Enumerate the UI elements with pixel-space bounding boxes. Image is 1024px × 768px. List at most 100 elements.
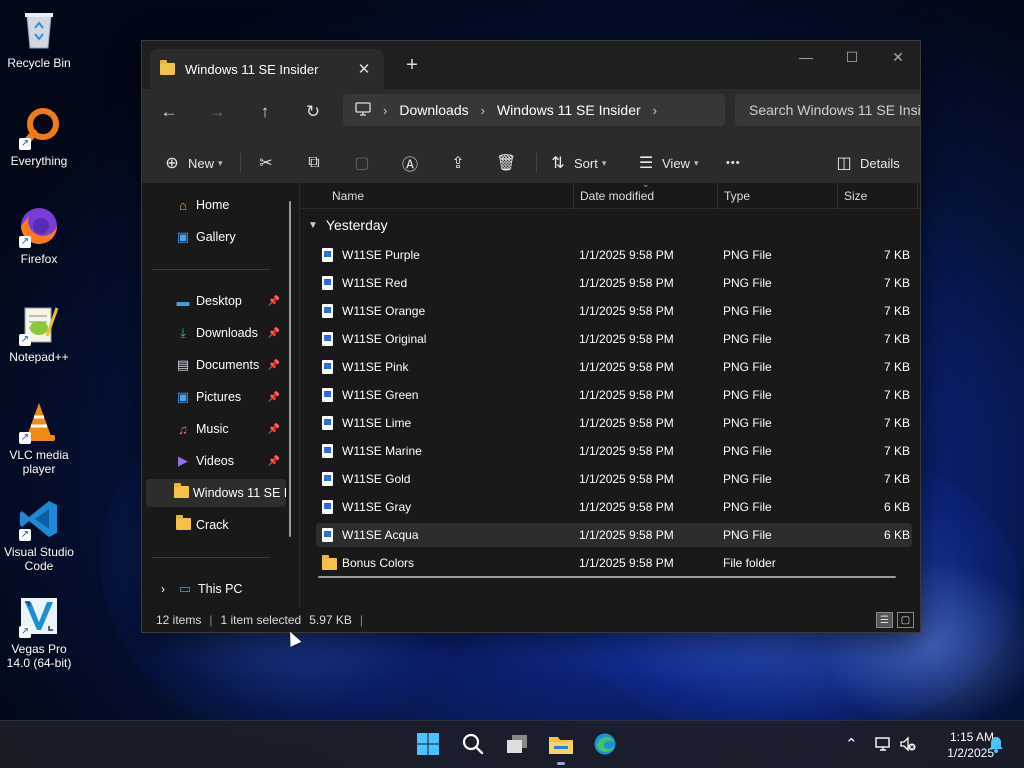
desktop-icon-notepad-plus-plus[interactable]: ↗ Notepad++ [2, 302, 76, 364]
desktop-icon-firefox[interactable]: ↗ Firefox [2, 204, 76, 266]
navigation-pane[interactable]: ⌂ Home ▣ Gallery ▬ Desktop 📌 ⤓ Downloads… [142, 183, 300, 608]
network-icon[interactable] [874, 736, 892, 756]
pin-icon[interactable]: 📌 [268, 328, 280, 339]
file-row[interactable]: W11SE Orange 1/1/2025 9:58 PM PNG File 7 KB [316, 299, 912, 323]
new-button[interactable]: ⊕ New ▾ [162, 149, 222, 177]
file-row[interactable]: W11SE Green 1/1/2025 9:58 PM PNG File 7 KB [316, 383, 912, 407]
column-divider[interactable] [837, 183, 838, 209]
column-header-date-modified[interactable]: Date modified [580, 189, 654, 203]
file-row[interactable]: W11SE Pink 1/1/2025 9:58 PM PNG File 7 KB [316, 355, 912, 379]
tab-windows-11-se-insider[interactable]: Windows 11 SE Insider ✕ [150, 49, 384, 89]
chevron-right-icon[interactable]: › [653, 103, 657, 118]
new-tab-button[interactable]: + [400, 55, 424, 75]
chevron-right-icon[interactable]: › [154, 582, 172, 596]
breadcrumb-item-downloads[interactable]: Downloads [399, 102, 468, 118]
close-window-button[interactable]: ✕ [875, 41, 920, 73]
edge-browser-button[interactable] [589, 729, 621, 761]
column-divider[interactable] [573, 183, 574, 209]
nav-item-home[interactable]: ⌂ Home [146, 191, 286, 219]
sort-button[interactable]: ⇅ Sort ▾ [548, 149, 606, 177]
search-input[interactable]: Search Windows 11 SE Insider [735, 94, 920, 126]
pin-icon[interactable]: 📌 [268, 360, 280, 371]
rename-button[interactable]: Ⓐ [400, 149, 426, 177]
system-clock[interactable]: 1:15 AM 1/2/2025 [920, 729, 994, 761]
nav-item-crack[interactable]: Crack [146, 511, 286, 539]
forward-arrow-icon[interactable]: → [202, 98, 232, 126]
column-header-name[interactable]: Name [332, 189, 364, 203]
nav-item-windows-11-se-insider[interactable]: Windows 11 SE Insider [146, 479, 286, 507]
file-date-modified: 1/1/2025 9:58 PM [579, 444, 674, 458]
search-button[interactable] [457, 729, 489, 761]
desktop-icon-vlc[interactable]: ↗ VLC media player [2, 400, 76, 476]
up-arrow-icon[interactable]: ↑ [250, 98, 280, 126]
nav-item-gallery[interactable]: ▣ Gallery [146, 223, 286, 251]
title-bar[interactable]: Windows 11 SE Insider ✕ + — ☐ ✕ [142, 41, 920, 89]
notification-bell-icon[interactable] [988, 735, 1004, 757]
nav-scrollbar[interactable] [289, 201, 291, 537]
file-row[interactable]: W11SE Lime 1/1/2025 9:58 PM PNG File 7 KB [316, 411, 912, 435]
shortcut-arrow-icon: ↗ [19, 236, 31, 248]
breadcrumb-item-current[interactable]: Windows 11 SE Insider [497, 102, 641, 118]
clock-date: 1/2/2025 [947, 746, 994, 760]
desktop-icon-everything[interactable]: ↗ Everything [2, 106, 76, 168]
nav-item-desktop[interactable]: ▬ Desktop 📌 [146, 287, 286, 315]
file-row[interactable]: W11SE Acqua 1/1/2025 9:58 PM PNG File 6 KB [316, 523, 912, 547]
pin-icon[interactable]: 📌 [268, 456, 280, 467]
desktop-icon-recycle-bin[interactable]: Recycle Bin [2, 8, 76, 70]
details-view-icon[interactable]: ☰ [876, 612, 893, 628]
chevron-up-icon[interactable]: ⌃ [845, 735, 858, 753]
nav-item-this-pc[interactable]: › ▭ This PC [146, 575, 286, 603]
nav-item-videos[interactable]: ▶ Videos 📌 [146, 447, 286, 475]
nav-item-downloads[interactable]: ⤓ Downloads 📌 [146, 319, 286, 347]
new-label: New [188, 155, 215, 171]
view-button[interactable]: ☰ View ▾ [636, 149, 699, 177]
column-divider[interactable] [917, 183, 918, 209]
everything-search-icon: ↗ [17, 106, 61, 150]
horizontal-scrollbar[interactable] [318, 576, 896, 578]
breadcrumb[interactable]: › Downloads › Windows 11 SE Insider › [343, 94, 725, 126]
pin-icon[interactable]: 📌 [268, 296, 280, 307]
volume-muted-icon[interactable] [899, 736, 917, 756]
file-row[interactable]: W11SE Red 1/1/2025 9:58 PM PNG File 7 KB [316, 271, 912, 295]
file-row[interactable]: W11SE Original 1/1/2025 9:58 PM PNG File 7 … [316, 327, 912, 351]
cut-button[interactable]: ✂ [256, 149, 282, 177]
file-row[interactable]: W11SE Purple 1/1/2025 9:58 PM PNG File 7 KB [316, 243, 912, 267]
group-header-yesterday[interactable]: ▼ Yesterday [308, 217, 388, 233]
folder-icon [174, 514, 192, 533]
paste-button[interactable]: ▢ [352, 149, 378, 177]
back-arrow-icon[interactable]: ← [154, 98, 184, 126]
nav-item-label: Windows 11 SE Insider [193, 486, 286, 500]
task-view-button[interactable] [501, 729, 533, 761]
large-icons-view-icon[interactable]: ▢ [897, 612, 914, 628]
refresh-icon[interactable]: ↻ [298, 98, 328, 126]
maximize-button[interactable]: ☐ [829, 41, 875, 73]
minimize-button[interactable]: — [783, 41, 829, 73]
details-pane-icon: ◫ [836, 155, 852, 172]
desktop-icon-vegas-pro[interactable]: ↗ Vegas Pro 14.0 (64-bit) [2, 594, 76, 670]
divider [240, 153, 241, 173]
share-button[interactable]: ⇪ [448, 149, 474, 177]
close-tab-icon[interactable]: ✕ [354, 60, 374, 78]
pin-icon[interactable]: 📌 [268, 392, 280, 403]
file-row[interactable]: W11SE Gray 1/1/2025 9:58 PM PNG File 6 KB [316, 495, 912, 519]
file-explorer-taskbar-button[interactable] [545, 729, 577, 765]
start-button[interactable] [412, 729, 444, 761]
nav-item-documents[interactable]: ▤ Documents 📌 [146, 351, 286, 379]
address-bar-area: ← → ↑ ↻ › Downloads › Windows 11 SE Insi… [142, 89, 920, 135]
file-list[interactable]: Name Date modified ⌄ Type Size ▼ Yesterd… [300, 179, 920, 608]
pin-icon[interactable]: 📌 [268, 424, 280, 435]
details-pane-button[interactable]: ◫ Details [834, 149, 899, 177]
nav-item-pictures[interactable]: ▣ Pictures 📌 [146, 383, 286, 411]
copy-button[interactable]: ⧉ [304, 149, 330, 177]
column-header-type[interactable]: Type [724, 189, 750, 203]
folder-row[interactable]: Bonus Colors 1/1/2025 9:58 PM File folder [316, 551, 912, 575]
column-header-size[interactable]: Size [844, 189, 867, 203]
column-divider[interactable] [717, 183, 718, 209]
desktop-icon-vscode[interactable]: ↗ Visual Studio Code [2, 497, 76, 573]
file-row[interactable]: W11SE Marine 1/1/2025 9:58 PM PNG File 7 KB [316, 439, 912, 463]
file-row[interactable]: W11SE Gold 1/1/2025 9:58 PM PNG File 7 KB [316, 467, 912, 491]
notepad-plus-plus-icon: ↗ [17, 302, 61, 346]
delete-button[interactable]: 🗑 [496, 149, 522, 177]
more-options-button[interactable]: ••• [726, 149, 741, 177]
nav-item-music[interactable]: ♫ Music 📌 [146, 415, 286, 443]
